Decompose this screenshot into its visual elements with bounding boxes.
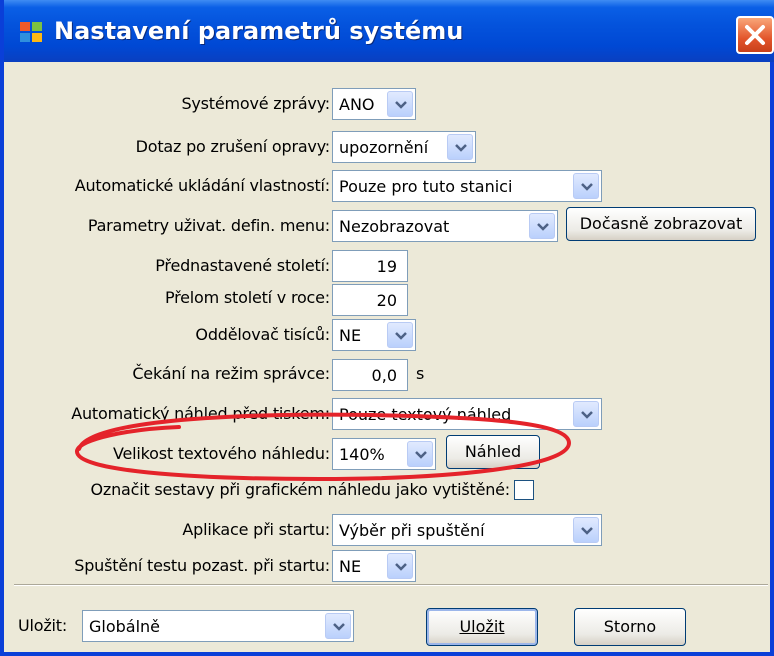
close-icon: [745, 25, 765, 45]
dropdown-button[interactable]: [407, 441, 433, 467]
dropdown-button[interactable]: [573, 401, 599, 427]
chevron-down-icon: [581, 183, 593, 191]
settings-dialog: Nastavení parametrů systému Systémové zp…: [0, 0, 774, 656]
footer-separator: [14, 584, 768, 586]
chevron-down-icon: [581, 411, 593, 419]
startup-app-select[interactable]: Výběr při spuštění: [332, 514, 602, 546]
label-admin-wait: Čekání na režim správce:: [132, 364, 330, 383]
system-messages-select[interactable]: ANO: [332, 88, 416, 120]
label-system-messages: Systémové zprávy:: [181, 94, 330, 113]
label-delete-confirm: Dotaz po zrušení opravy:: [135, 137, 331, 156]
label-startup-test: Spuštění testu pozast. při startu:: [74, 556, 330, 575]
label-mark-printed: Označit sestavy při grafickém náhledu ja…: [90, 480, 510, 499]
dropdown-button[interactable]: [325, 613, 351, 639]
label-startup-app: Aplikace při startu:: [182, 520, 330, 539]
dropdown-button[interactable]: [529, 213, 555, 239]
temporarily-show-button[interactable]: Dočasně zobrazovat: [566, 207, 756, 241]
print-preview-select[interactable]: Pouze textový náhled: [332, 398, 602, 430]
chevron-down-icon: [395, 101, 407, 109]
app-icon: [20, 22, 46, 44]
default-century-input[interactable]: 19: [332, 250, 408, 282]
delete-confirm-select[interactable]: upozornění: [332, 131, 476, 163]
unit-seconds: s: [416, 364, 425, 383]
chevron-down-icon: [581, 527, 593, 535]
auto-save-select[interactable]: Pouze pro tuto stanici: [332, 170, 602, 202]
text-preview-size-select[interactable]: 140%: [332, 438, 436, 470]
chevron-down-icon: [395, 563, 407, 571]
title-bar[interactable]: Nastavení parametrů systému: [4, 0, 774, 62]
label-century-break: Přelom století v roce:: [164, 288, 330, 307]
label-user-menu: Parametry uživat. defin. menu:: [87, 216, 330, 235]
save-scope-select[interactable]: Globálně: [82, 610, 354, 642]
startup-test-select[interactable]: NE: [332, 550, 416, 582]
century-break-input[interactable]: 20: [332, 284, 408, 316]
preview-button[interactable]: Náhled: [446, 435, 540, 469]
label-text-preview-size: Velikost textového náhledu:: [113, 444, 330, 463]
label-save-scope: Uložit:: [18, 616, 68, 635]
dropdown-button[interactable]: [387, 322, 413, 348]
user-menu-select[interactable]: Nezobrazovat: [332, 210, 558, 242]
dropdown-button[interactable]: [573, 173, 599, 199]
chevron-down-icon: [455, 144, 467, 152]
close-button[interactable]: [736, 16, 774, 54]
cancel-button[interactable]: Storno: [574, 608, 686, 646]
save-button[interactable]: Uložit: [426, 608, 538, 646]
dropdown-button[interactable]: [573, 517, 599, 543]
dropdown-button[interactable]: [447, 134, 473, 160]
admin-wait-input[interactable]: 0,0: [332, 359, 408, 391]
dropdown-button[interactable]: [387, 91, 413, 117]
chevron-down-icon: [395, 332, 407, 340]
label-default-century: Přednastavené století:: [155, 256, 330, 275]
mark-printed-checkbox[interactable]: [514, 480, 534, 500]
window-title: Nastavení parametrů systému: [54, 17, 464, 45]
chevron-down-icon: [415, 451, 427, 459]
dialog-content: Systémové zprávy: ANO Dotaz po zrušení o…: [14, 68, 768, 652]
chevron-down-icon: [537, 223, 549, 231]
thousands-separator-select[interactable]: NE: [332, 319, 416, 351]
label-auto-save: Automatické ukládání vlastností:: [74, 176, 330, 195]
label-print-preview: Automatický náhled před tiskem:: [71, 404, 330, 423]
chevron-down-icon: [333, 623, 345, 631]
dropdown-button[interactable]: [387, 553, 413, 579]
label-thousands-separator: Oddělovač tisíců:: [195, 325, 330, 344]
